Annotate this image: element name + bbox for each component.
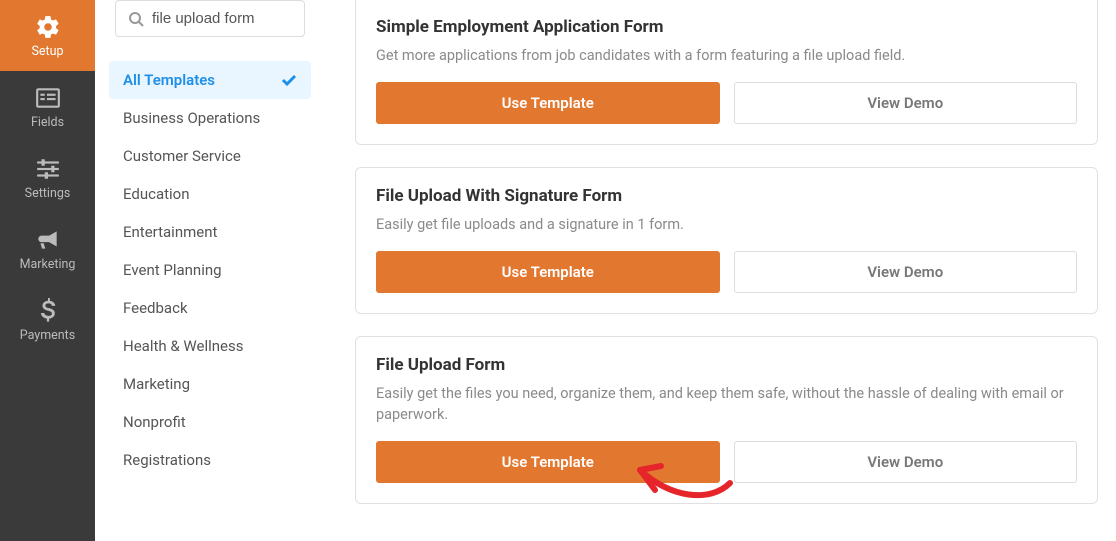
- template-title: File Upload Form: [376, 355, 1077, 375]
- use-template-button[interactable]: Use Template: [376, 82, 720, 124]
- dollar-icon: [34, 298, 62, 324]
- category-label: Nonprofit: [123, 413, 186, 431]
- sidenav-label: Settings: [25, 186, 71, 201]
- category-feedback[interactable]: Feedback: [109, 289, 311, 327]
- category-label: Business Operations: [123, 109, 260, 127]
- gear-icon: [34, 14, 62, 40]
- template-actions: Use Template View Demo: [376, 82, 1077, 124]
- search-box[interactable]: [115, 0, 305, 37]
- category-event-planning[interactable]: Event Planning: [109, 251, 311, 289]
- category-list: All Templates Business Operations Custom…: [95, 61, 325, 479]
- sidenav-item-fields[interactable]: Fields: [0, 71, 95, 142]
- category-business-operations[interactable]: Business Operations: [109, 99, 311, 137]
- sidenav-label: Marketing: [20, 257, 76, 272]
- view-demo-button[interactable]: View Demo: [734, 82, 1078, 124]
- category-marketing[interactable]: Marketing: [109, 365, 311, 403]
- category-customer-service[interactable]: Customer Service: [109, 137, 311, 175]
- template-title: File Upload With Signature Form: [376, 186, 1077, 206]
- template-title: Simple Employment Application Form: [376, 17, 1077, 37]
- category-label: Customer Service: [123, 147, 241, 165]
- sidenav-label: Setup: [31, 44, 63, 59]
- check-icon: [281, 73, 297, 87]
- sidenav-item-payments[interactable]: Payments: [0, 284, 95, 355]
- view-demo-button[interactable]: View Demo: [734, 251, 1078, 293]
- template-desc: Easily get file uploads and a signature …: [376, 214, 1077, 235]
- search-icon: [128, 11, 144, 27]
- category-education[interactable]: Education: [109, 175, 311, 213]
- category-label: Health & Wellness: [123, 337, 243, 355]
- template-actions: Use Template View Demo: [376, 441, 1077, 483]
- category-label: Registrations: [123, 451, 211, 469]
- template-actions: Use Template View Demo: [376, 251, 1077, 293]
- template-card: File Upload Form Easily get the files yo…: [355, 336, 1098, 504]
- sidenav-item-settings[interactable]: Settings: [0, 142, 95, 213]
- search-input[interactable]: [152, 10, 351, 27]
- list-icon: [34, 85, 62, 111]
- template-desc: Easily get the files you need, organize …: [376, 383, 1077, 425]
- sidenav-item-setup[interactable]: Setup: [0, 0, 95, 71]
- bullhorn-icon: [34, 227, 62, 253]
- sliders-icon: [34, 156, 62, 182]
- category-nonprofit[interactable]: Nonprofit: [109, 403, 311, 441]
- category-label: Education: [123, 185, 190, 203]
- side-nav: Setup Fields Settings Marketing Payments: [0, 0, 95, 541]
- view-demo-button[interactable]: View Demo: [734, 441, 1078, 483]
- use-template-button[interactable]: Use Template: [376, 441, 720, 483]
- category-all-templates[interactable]: All Templates: [109, 61, 311, 99]
- category-label: All Templates: [123, 71, 215, 89]
- category-health-wellness[interactable]: Health & Wellness: [109, 327, 311, 365]
- sidenav-label: Fields: [31, 115, 64, 130]
- category-label: Entertainment: [123, 223, 217, 241]
- template-card: Simple Employment Application Form Get m…: [355, 0, 1098, 145]
- use-template-button[interactable]: Use Template: [376, 251, 720, 293]
- filters-panel: All Templates Business Operations Custom…: [95, 0, 325, 541]
- category-registrations[interactable]: Registrations: [109, 441, 311, 479]
- category-label: Feedback: [123, 299, 188, 317]
- templates-panel: Simple Employment Application Form Get m…: [325, 0, 1116, 541]
- category-label: Marketing: [123, 375, 190, 393]
- template-desc: Get more applications from job candidate…: [376, 45, 1077, 66]
- sidenav-label: Payments: [20, 328, 75, 343]
- category-label: Event Planning: [123, 261, 222, 279]
- template-card: File Upload With Signature Form Easily g…: [355, 167, 1098, 314]
- sidenav-item-marketing[interactable]: Marketing: [0, 213, 95, 284]
- category-entertainment[interactable]: Entertainment: [109, 213, 311, 251]
